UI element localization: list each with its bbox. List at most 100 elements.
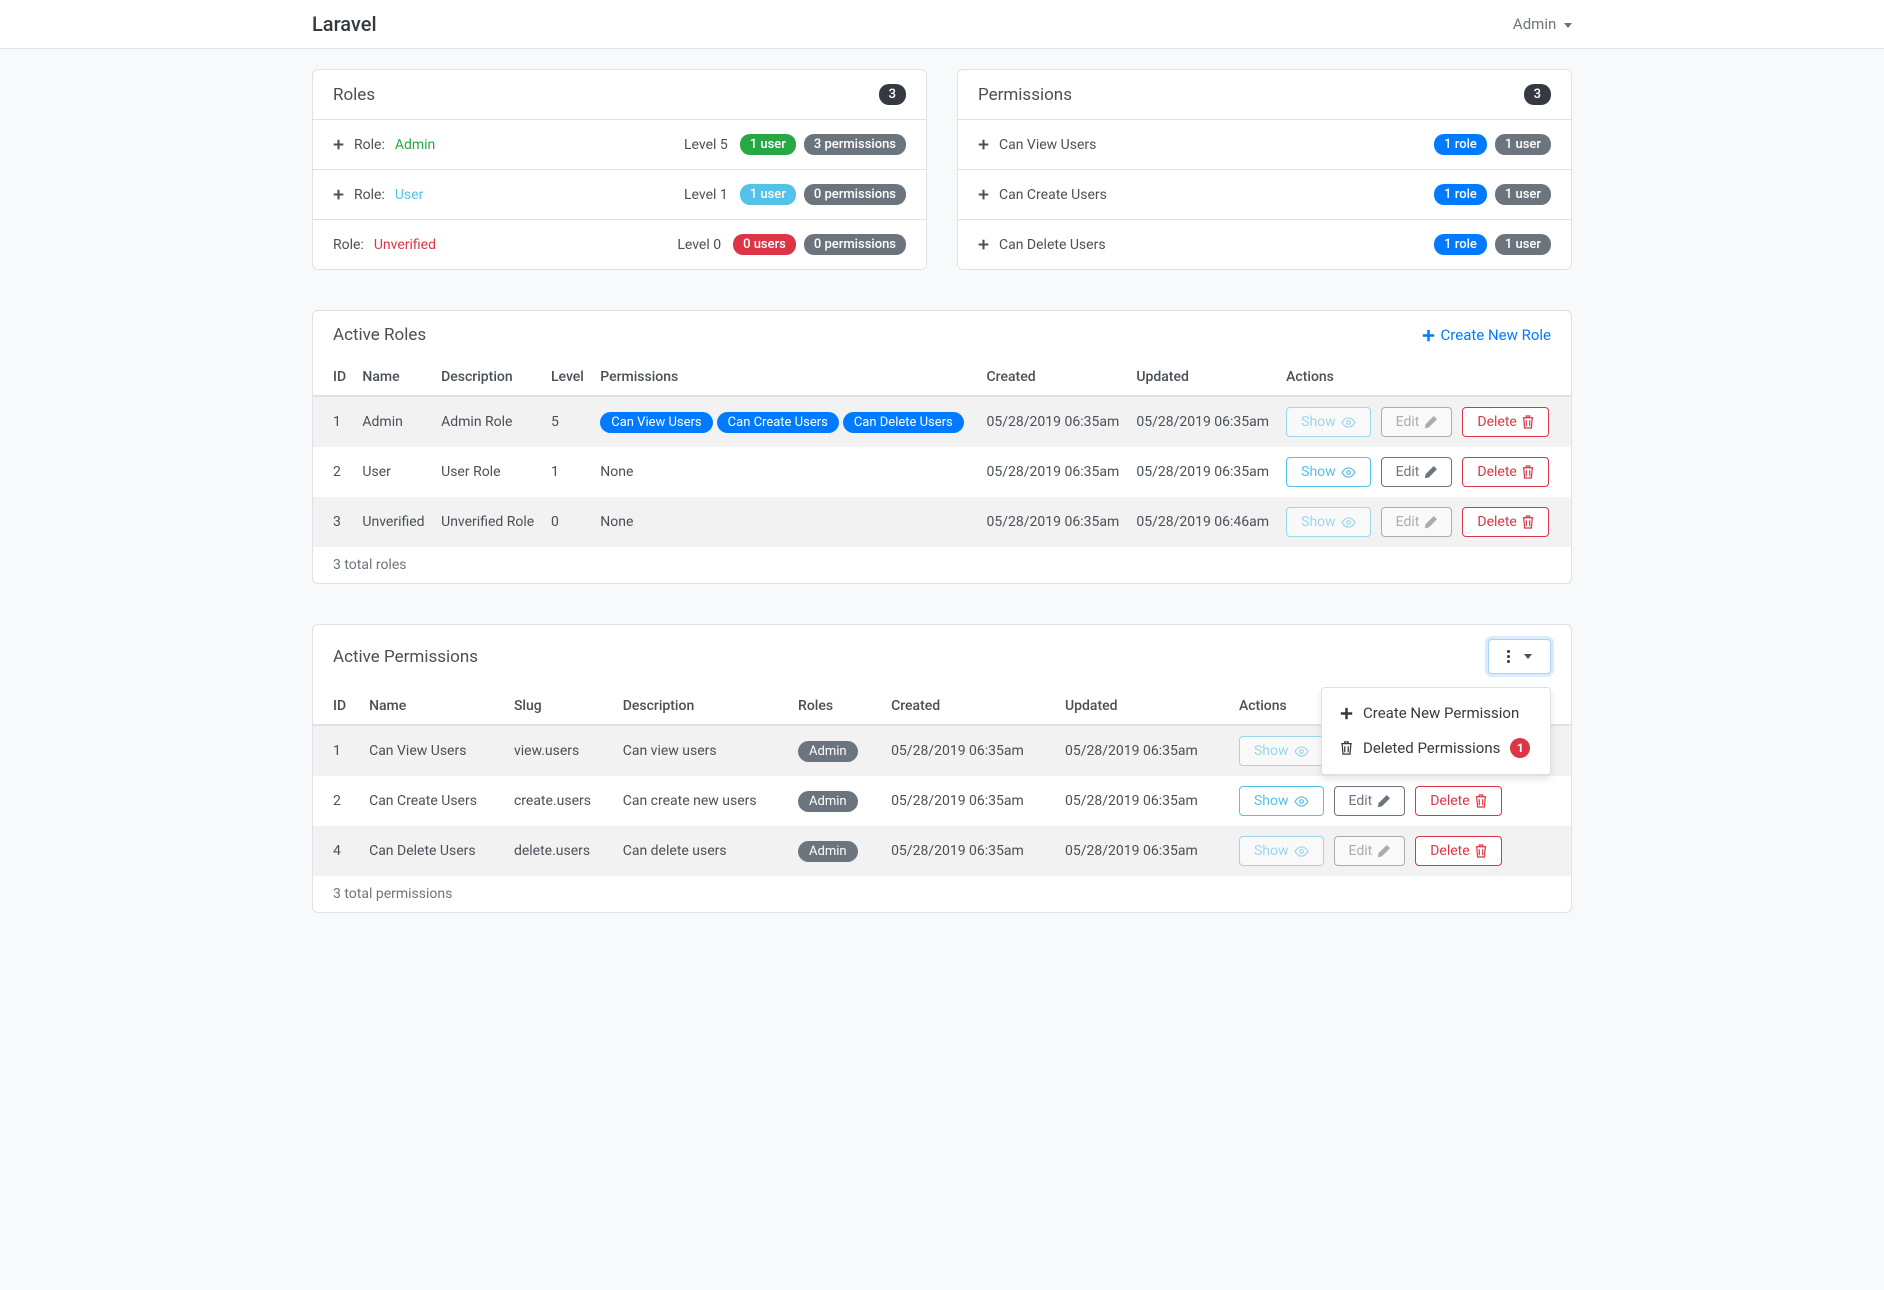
cell-updated: 05/28/2019 06:35am: [1057, 826, 1231, 876]
create-new-permission-item[interactable]: Create New Permission: [1322, 696, 1550, 730]
delete-button[interactable]: Delete: [1462, 507, 1548, 537]
cell-description: Unverified Role: [433, 497, 543, 547]
cell-name: Can View Users: [361, 725, 506, 776]
role-prefix: Role:: [333, 237, 364, 253]
plus-icon: [978, 189, 989, 200]
deleted-permissions-label: Deleted Permissions: [1363, 739, 1500, 757]
table-header: ID: [313, 359, 354, 396]
active-permissions-title: Active Permissions: [333, 647, 478, 667]
admin-label: Admin: [1513, 15, 1556, 33]
permission-name: Can View Users: [999, 137, 1096, 153]
table-header: Name: [354, 359, 433, 396]
role-list-item[interactable]: Role: Unverified Level 0 0 users 0 permi…: [313, 220, 926, 269]
cell-description: Admin Role: [433, 396, 543, 447]
edit-button[interactable]: Edit: [1381, 457, 1453, 487]
edit-button[interactable]: Edit: [1334, 786, 1406, 816]
role-pill: Admin: [798, 791, 858, 812]
trash-icon: [1522, 415, 1534, 429]
cell-created: 05/28/2019 06:35am: [979, 396, 1129, 447]
cell-created: 05/28/2019 06:35am: [883, 725, 1057, 776]
cell-slug: view.users: [506, 725, 615, 776]
edit-button[interactable]: Edit: [1381, 407, 1453, 437]
permission-name: Can Delete Users: [999, 237, 1106, 253]
table-header: Updated: [1057, 688, 1231, 725]
cell-description: Can delete users: [615, 826, 790, 876]
delete-button[interactable]: Delete: [1462, 457, 1548, 487]
table-header: Name: [361, 688, 506, 725]
permissions-badge: 0 permissions: [804, 234, 906, 255]
cell-id: 2: [313, 776, 361, 826]
dots-vertical-icon: [1507, 650, 1510, 663]
role-list-item[interactable]: Role: Admin Level 5 1 user 3 permissions: [313, 120, 926, 170]
table-header: Slug: [506, 688, 615, 725]
cell-created: 05/28/2019 06:35am: [979, 447, 1129, 497]
eye-icon: [1294, 796, 1309, 807]
show-button[interactable]: Show: [1286, 507, 1371, 537]
edit-button[interactable]: Edit: [1334, 836, 1406, 866]
role-list-item[interactable]: Role: User Level 1 1 user 0 permissions: [313, 170, 926, 220]
plus-icon: [1422, 329, 1435, 342]
permissions-card-title: Permissions: [978, 85, 1072, 105]
users-badge: 0 users: [733, 234, 796, 255]
show-button[interactable]: Show: [1286, 407, 1371, 437]
table-row: 1 Admin Admin Role 5 Can View UsersCan C…: [313, 396, 1571, 447]
chevron-down-icon: [1524, 654, 1532, 659]
brand-logo[interactable]: Laravel: [312, 12, 377, 36]
delete-button[interactable]: Delete: [1415, 786, 1501, 816]
table-row: 3 Unverified Unverified Role 0 None 05/2…: [313, 497, 1571, 547]
delete-button[interactable]: Delete: [1462, 407, 1548, 437]
pencil-icon: [1377, 845, 1390, 858]
pencil-icon: [1424, 516, 1437, 529]
table-header: ID: [313, 688, 361, 725]
role-name: Unverified: [374, 237, 436, 253]
permission-name: Can Create Users: [999, 187, 1107, 203]
create-new-role-link[interactable]: Create New Role: [1422, 326, 1551, 344]
trash-icon: [1475, 794, 1487, 808]
deleted-permissions-item[interactable]: Deleted Permissions 1: [1322, 730, 1550, 766]
permission-list-item[interactable]: Can Create Users 1 role 1 user: [958, 170, 1571, 220]
table-header: Description: [615, 688, 790, 725]
permissions-count-badge: 3: [1524, 84, 1551, 105]
cell-name: User: [354, 447, 433, 497]
edit-button[interactable]: Edit: [1381, 507, 1453, 537]
users-badge: 1 user: [1495, 134, 1551, 155]
role-level: Level 0: [677, 237, 721, 253]
roles-badge: 1 role: [1434, 234, 1487, 255]
role-level: Level 1: [684, 187, 728, 203]
cell-name: Can Create Users: [361, 776, 506, 826]
permission-pill: Can Delete Users: [843, 412, 964, 433]
table-header: Description: [433, 359, 543, 396]
cell-level: 1: [543, 447, 592, 497]
pencil-icon: [1424, 466, 1437, 479]
admin-dropdown[interactable]: Admin: [1513, 15, 1572, 33]
permission-list-item[interactable]: Can View Users 1 role 1 user: [958, 120, 1571, 170]
no-permissions: None: [600, 464, 633, 480]
cell-description: Can create new users: [615, 776, 790, 826]
delete-button[interactable]: Delete: [1415, 836, 1501, 866]
cell-created: 05/28/2019 06:35am: [979, 497, 1129, 547]
deleted-count-badge: 1: [1510, 738, 1530, 758]
eye-icon: [1341, 517, 1356, 528]
show-button[interactable]: Show: [1239, 836, 1324, 866]
role-prefix: Role:: [354, 137, 385, 153]
permission-pill: Can Create Users: [717, 412, 839, 433]
show-button[interactable]: Show: [1286, 457, 1371, 487]
table-header: Roles: [790, 688, 883, 725]
users-badge: 1 user: [1495, 184, 1551, 205]
active-roles-footer: 3 total roles: [313, 547, 1571, 583]
cell-id: 3: [313, 497, 354, 547]
roles-badge: 1 role: [1434, 184, 1487, 205]
plus-icon: [333, 139, 344, 150]
show-button[interactable]: Show: [1239, 786, 1324, 816]
permissions-menu-button[interactable]: [1488, 639, 1551, 674]
cell-roles: Admin: [790, 776, 883, 826]
permission-list-item[interactable]: Can Delete Users 1 role 1 user: [958, 220, 1571, 269]
active-roles-table: IDNameDescriptionLevelPermissionsCreated…: [313, 359, 1571, 547]
show-button[interactable]: Show: [1239, 736, 1324, 766]
create-permission-label: Create New Permission: [1363, 704, 1519, 722]
create-role-label: Create New Role: [1441, 326, 1551, 344]
active-roles-card: Active Roles Create New Role IDNameDescr…: [312, 310, 1572, 584]
users-badge: 1 user: [740, 134, 796, 155]
trash-icon: [1522, 465, 1534, 479]
role-level: Level 5: [684, 137, 728, 153]
